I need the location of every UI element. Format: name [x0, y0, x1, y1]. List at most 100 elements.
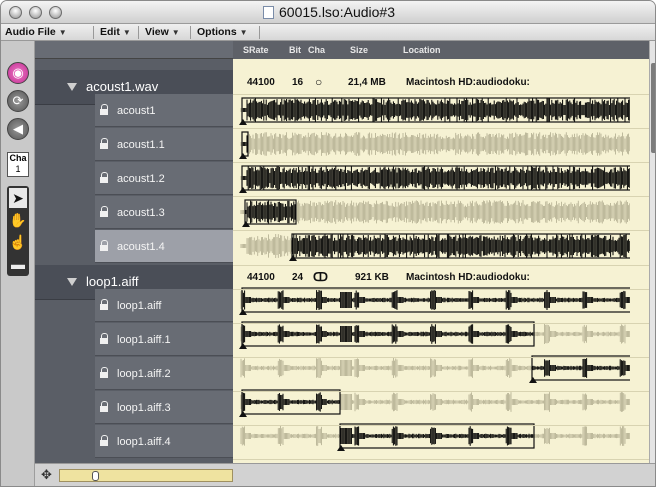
- region-waveform[interactable]: [240, 233, 632, 259]
- file-name: loop1.aiff: [86, 274, 139, 289]
- menu-edit[interactable]: Edit ▼: [97, 25, 134, 40]
- tool-column: ◉ ⟳ ◀ Cha 1 ➤ ✋ ☝ ▬: [1, 41, 35, 486]
- file-srate: 44100: [247, 272, 275, 283]
- region-waveform[interactable]: [240, 355, 632, 381]
- col-srate[interactable]: SRate: [243, 45, 269, 55]
- audio-window: 60015.lso:Audio#3 Audio File ▼ Edit ▼ View…: [0, 0, 656, 487]
- file-name: acoust1.wav: [86, 79, 159, 94]
- lock-icon: [100, 206, 108, 217]
- zoom-icon[interactable]: ✥: [41, 467, 52, 483]
- window-title: 60015.lso:Audio#3: [1, 4, 655, 20]
- region-row[interactable]: loop1.aiff.3: [35, 391, 233, 426]
- anchor-marker[interactable]: [239, 187, 247, 193]
- region-row[interactable]: acoust1.3: [35, 196, 233, 231]
- region-waveform[interactable]: [240, 97, 633, 123]
- anchor-marker[interactable]: [529, 377, 537, 383]
- list-header: [35, 41, 233, 59]
- region-row[interactable]: loop1.aiff.1: [35, 323, 233, 358]
- row-divider: [233, 265, 649, 266]
- region-name: acoust1: [117, 105, 156, 117]
- lock-icon: [100, 172, 108, 183]
- menu-options[interactable]: Options ▼: [194, 25, 251, 40]
- mono-icon: ○: [315, 75, 323, 89]
- region-name: loop1.aiff.4: [117, 436, 171, 448]
- title-bar[interactable]: 60015.lso:Audio#3: [1, 1, 655, 24]
- stereo-icon: ↀ: [313, 270, 328, 284]
- region-waveform[interactable]: [240, 287, 633, 313]
- menu-separator: [259, 26, 260, 39]
- column-header: SRate Bit Cha Size Location: [233, 41, 649, 59]
- row-divider: [233, 94, 649, 95]
- col-location[interactable]: Location: [403, 45, 441, 55]
- region-row[interactable]: loop1.aiff: [35, 289, 233, 324]
- region-name: acoust1.1: [117, 139, 165, 151]
- scroll-thumb[interactable]: [651, 63, 655, 153]
- record-icon[interactable]: ◉: [7, 62, 29, 84]
- eraser-tool-icon[interactable]: ▬: [9, 254, 27, 274]
- col-size[interactable]: Size: [350, 45, 368, 55]
- region-row[interactable]: acoust1.2: [35, 162, 233, 197]
- menu-arrow-icon: ▼: [58, 28, 67, 37]
- region-name: acoust1.3: [117, 207, 165, 219]
- row-divider: [233, 230, 649, 231]
- row-divider: [233, 425, 649, 426]
- lock-icon: [100, 299, 108, 310]
- anchor-marker[interactable]: [239, 153, 247, 159]
- anchor-marker[interactable]: [239, 119, 247, 125]
- row-divider: [233, 459, 649, 460]
- zoom-slider[interactable]: [59, 469, 233, 482]
- finger-tool-icon[interactable]: ☝: [9, 232, 27, 252]
- lock-icon: [100, 401, 108, 412]
- region-name: loop1.aiff.3: [117, 402, 171, 414]
- row-divider: [233, 323, 649, 324]
- region-name: loop1.aiff.2: [117, 368, 171, 380]
- zoom-slider-thumb[interactable]: [92, 471, 99, 481]
- col-cha[interactable]: Cha: [308, 45, 325, 55]
- local-menu-bar: Audio File ▼ Edit ▼ View ▼ Options ▼: [1, 24, 655, 41]
- anchor-marker[interactable]: [242, 221, 250, 227]
- vertical-scrollbar[interactable]: [649, 41, 655, 463]
- file-bit: 24: [292, 272, 304, 283]
- menu-audio-file[interactable]: Audio File ▼: [2, 25, 70, 40]
- row-divider: [233, 289, 649, 290]
- region-row-selected[interactable]: acoust1.4: [35, 230, 233, 265]
- anchor-marker[interactable]: [337, 445, 345, 451]
- pointer-tool-icon[interactable]: ➤: [9, 188, 27, 208]
- file-size: 21,4 MB: [348, 77, 386, 88]
- region-name: acoust1.4: [117, 241, 165, 253]
- cycle-icon[interactable]: ⟳: [7, 90, 29, 112]
- disclosure-triangle-icon[interactable]: [67, 83, 77, 91]
- region-waveform[interactable]: [240, 321, 631, 347]
- anchor-marker[interactable]: [239, 343, 247, 349]
- row-divider: [233, 391, 649, 392]
- lock-icon: [100, 138, 108, 149]
- file-bit: 16: [292, 77, 304, 88]
- speaker-icon[interactable]: ◀: [7, 118, 29, 140]
- menu-arrow-icon: ▼: [122, 28, 131, 37]
- region-name: loop1.aiff: [117, 300, 162, 312]
- anchor-marker[interactable]: [239, 411, 247, 417]
- menu-separator: [190, 26, 191, 39]
- region-row[interactable]: loop1.aiff.2: [35, 357, 233, 392]
- region-row[interactable]: acoust1.1: [35, 128, 233, 163]
- col-bit[interactable]: Bit: [289, 45, 301, 55]
- tool-box: ➤ ✋ ☝ ▬: [7, 186, 29, 276]
- file-srate: 44100: [247, 77, 275, 88]
- menu-separator: [93, 26, 94, 39]
- region-waveform[interactable]: [240, 165, 633, 191]
- region-waveform[interactable]: [240, 423, 631, 449]
- channel-box[interactable]: Cha 1: [7, 152, 29, 177]
- menu-separator: [138, 26, 139, 39]
- region-row[interactable]: acoust1: [35, 94, 233, 129]
- lock-icon: [100, 240, 108, 251]
- region-row[interactable]: loop1.aiff.4: [35, 425, 233, 460]
- hand-tool-icon[interactable]: ✋: [9, 210, 27, 230]
- anchor-marker[interactable]: [289, 255, 297, 261]
- region-waveform[interactable]: [240, 199, 631, 225]
- region-waveform[interactable]: [240, 131, 631, 157]
- region-waveform[interactable]: [240, 389, 631, 415]
- menu-view[interactable]: View ▼: [142, 25, 183, 40]
- anchor-marker[interactable]: [239, 309, 247, 315]
- disclosure-triangle-icon[interactable]: [67, 278, 77, 286]
- file-location: Macintosh HD:audiodoku:: [406, 272, 530, 283]
